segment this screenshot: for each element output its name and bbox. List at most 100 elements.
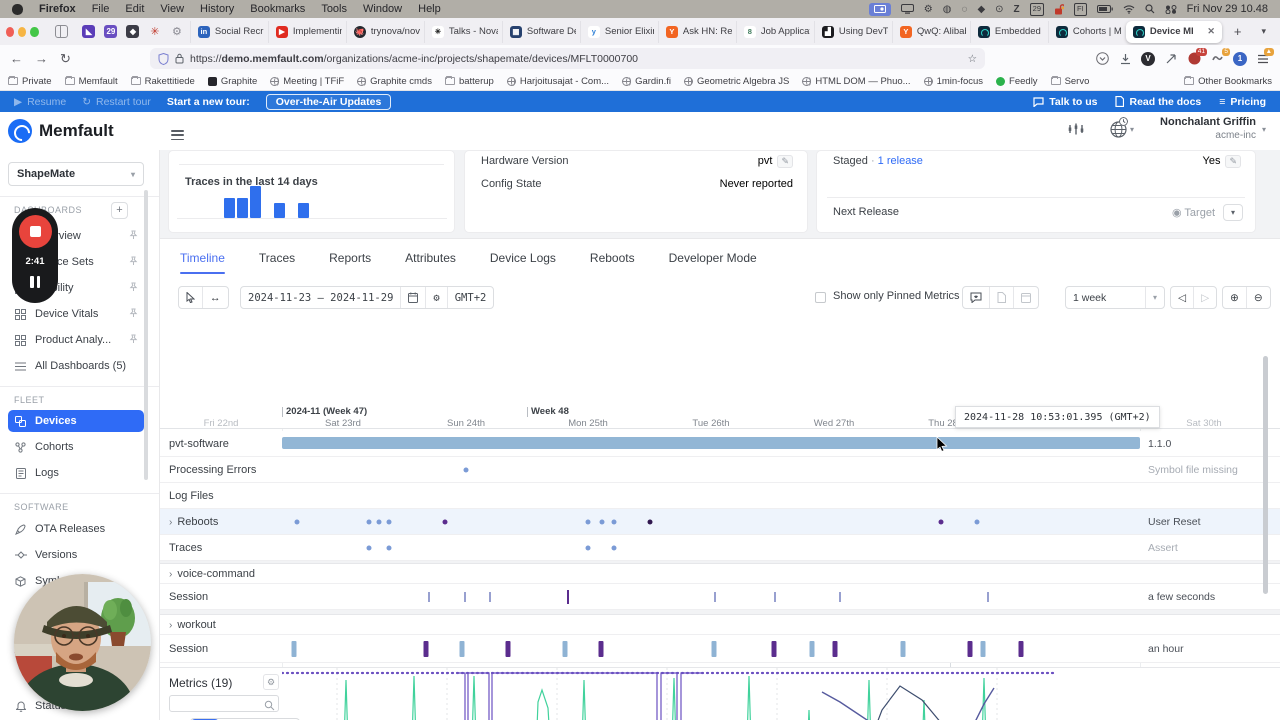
dot-event-mark[interactable] (367, 519, 372, 524)
sidebar-item-ota-releases[interactable]: OTA Releases (8, 518, 144, 540)
metric-charts-icon[interactable] (1068, 122, 1084, 136)
bar-event-mark[interactable] (563, 641, 568, 657)
metrics-chart[interactable] (282, 668, 1055, 720)
dot-event-mark[interactable] (586, 519, 591, 524)
tab-implementing[interactable]: ▶Implementin (268, 21, 342, 43)
zoom-range-select[interactable]: 1 week ▾ (1065, 286, 1165, 309)
status-circle2-icon[interactable]: ◌ (962, 3, 968, 16)
tab-cohorts[interactable]: Cohorts | Me (1048, 21, 1122, 43)
calendar-icon[interactable] (400, 287, 425, 308)
adblock-icon[interactable]: 41 (1187, 52, 1201, 66)
export-file-icon[interactable] (989, 287, 1013, 308)
lock-icon[interactable] (175, 53, 184, 64)
pin-icon[interactable] (129, 334, 138, 347)
bookmark-item[interactable]: Gardin.fi (622, 76, 671, 87)
read-docs-link[interactable]: Read the docs (1115, 96, 1201, 108)
bookmark-star-icon[interactable]: ☆ (968, 53, 977, 65)
tick-event-mark[interactable] (839, 592, 841, 602)
menubar-clock[interactable]: Fri Nov 29 10.48 (1187, 3, 1268, 15)
new-tab-button[interactable]: + (1226, 24, 1250, 39)
sidebar-item-product-analytics[interactable]: Product Analy... (8, 329, 144, 351)
group-voice-command[interactable]: ›voice-command (160, 563, 1280, 584)
pinned-metrics-label[interactable]: Show only Pinned Metrics (833, 290, 960, 302)
vimium-icon[interactable]: V (1141, 52, 1155, 66)
add-dashboard-button[interactable]: + (111, 202, 128, 219)
pricing-link[interactable]: ≡Pricing (1219, 96, 1266, 108)
onepassword-icon[interactable]: 1 (1233, 52, 1247, 66)
dot-event-mark[interactable] (648, 519, 653, 524)
tab-trynova[interactable]: 🐙trynova/nova (346, 21, 420, 43)
battery-icon[interactable] (1097, 3, 1113, 16)
spotlight-search-icon[interactable] (1145, 3, 1155, 16)
other-bookmarks[interactable]: Other Bookmarks (1184, 76, 1272, 87)
bar-event-mark[interactable] (506, 641, 511, 657)
edit-icon[interactable]: ✎ (1225, 155, 1241, 168)
tick-event-mark[interactable] (774, 592, 776, 602)
dot-event-mark[interactable] (443, 519, 448, 524)
row-plot[interactable] (282, 635, 1140, 662)
dot-event-mark[interactable] (387, 545, 392, 550)
expand-chevron-icon[interactable]: › (169, 517, 172, 528)
diamond-icon[interactable]: ◆ (977, 3, 985, 16)
pause-recording-button[interactable] (30, 276, 40, 288)
tab-qwq[interactable]: YQwQ: Alibab (892, 21, 966, 43)
pin-icon[interactable] (129, 308, 138, 321)
bar-event-mark[interactable] (292, 641, 297, 657)
bar-event-mark[interactable] (901, 641, 906, 657)
bookmark-item[interactable]: Harjoitusajat - Com... (507, 76, 609, 87)
tab-timeline[interactable]: Timeline (180, 251, 225, 274)
tab-senior-elixir[interactable]: ySenior Elixir (580, 21, 654, 43)
tab-talks-nova[interactable]: ✳Talks - Nova (424, 21, 498, 43)
display-icon[interactable] (901, 3, 914, 16)
cursor-mode-icon[interactable] (179, 287, 202, 308)
expand-chevron-icon[interactable]: › (169, 569, 172, 580)
calendar-compare-icon[interactable] (1013, 287, 1038, 308)
dot-event-mark[interactable] (612, 545, 617, 550)
sidebar-item-device-vitals[interactable]: Device Vitals (8, 303, 144, 325)
date-range-control[interactable]: 2024-11-23 – 2024-11-29 ⚙ GMT+2 (240, 286, 494, 309)
send-tab-icon[interactable] (1164, 52, 1178, 66)
bar-event-mark[interactable] (833, 641, 838, 657)
bar-event-mark[interactable] (424, 641, 429, 657)
calendar-menu-icon[interactable]: 29 (1030, 3, 1044, 16)
tab-ask-hn[interactable]: YAsk HN: Rec (658, 21, 732, 43)
shield-icon[interactable] (158, 53, 169, 65)
app-menu-icon[interactable]: ▲ (1256, 52, 1270, 66)
menu-history[interactable]: History (200, 3, 234, 15)
talk-to-us-link[interactable]: Talk to us (1033, 96, 1097, 108)
dot-event-mark[interactable] (939, 519, 944, 524)
user-menu[interactable]: Nonchalant Griffinacme-inc ▾ (1160, 116, 1266, 142)
close-tab-icon[interactable]: ✕ (1207, 26, 1215, 37)
tick-event-mark[interactable] (464, 592, 466, 602)
timeline-settings-icon[interactable]: ⚙ (425, 287, 446, 308)
bookmark-item[interactable]: Servo (1051, 76, 1090, 87)
pinned-tab-loading[interactable]: ✳ (146, 22, 164, 42)
pin-icon[interactable] (129, 256, 138, 269)
bookmark-item[interactable]: batterup (445, 76, 494, 87)
next-release-dropdown[interactable]: ▾ (1223, 204, 1243, 221)
tick-event-mark[interactable] (428, 592, 430, 602)
dot-event-mark[interactable] (295, 519, 300, 524)
menu-bookmarks[interactable]: Bookmarks (250, 3, 305, 15)
screen-recording-icon[interactable] (869, 3, 891, 16)
tab-job-applicat[interactable]: 8Job Applicat (736, 21, 810, 43)
dot-event-mark[interactable] (600, 519, 605, 524)
prev-range-button[interactable]: ◁ (1171, 287, 1193, 308)
tab-traces[interactable]: Traces (259, 251, 295, 274)
tick-event-mark[interactable] (987, 592, 989, 602)
dot-event-mark[interactable] (586, 545, 591, 550)
metrics-settings-icon[interactable]: ⚙ (263, 674, 279, 690)
bookmark-item[interactable]: Rakettitiede (131, 76, 195, 87)
status-circle-icon[interactable]: ◍ (943, 3, 952, 16)
resume-tour-button[interactable]: ▶Resume (14, 96, 66, 108)
url-bar[interactable]: https://demo.memfault.com/organizations/… (150, 48, 985, 69)
power-icon[interactable]: ⊙ (995, 3, 1003, 16)
sidebar-item-devices[interactable]: Devices (8, 410, 144, 432)
bookmark-item[interactable]: Feedly (996, 76, 1038, 87)
edit-icon[interactable]: ✎ (777, 155, 793, 168)
row-plot[interactable] (282, 535, 1140, 560)
ota-tour-button[interactable]: Over-the-Air Updates (266, 94, 392, 110)
bar-event-mark[interactable] (712, 641, 717, 657)
bookmark-item[interactable]: Memfault (65, 76, 118, 87)
row-plot[interactable] (282, 584, 1140, 609)
